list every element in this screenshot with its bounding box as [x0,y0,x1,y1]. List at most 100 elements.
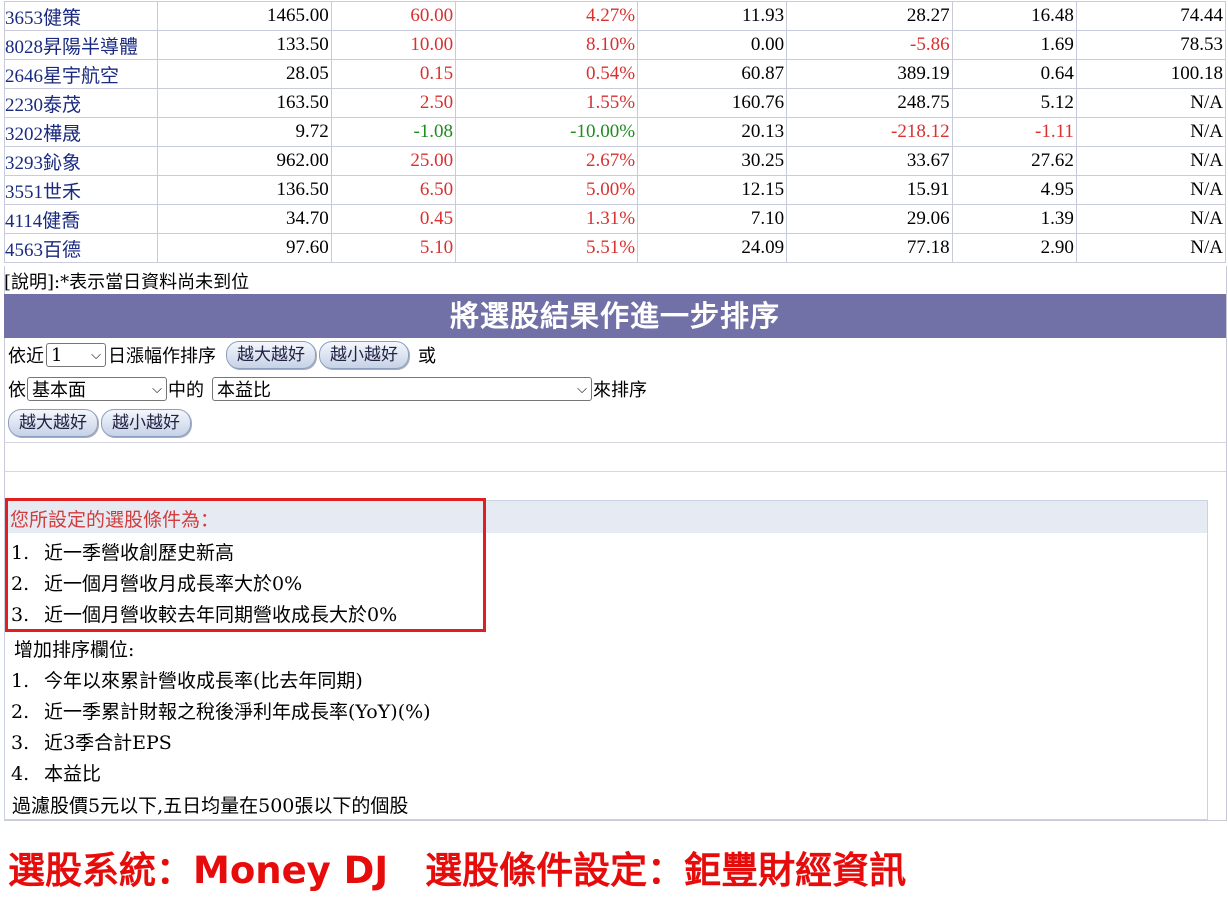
table-cell: 5.10 [330,233,457,263]
table-cell: 11.93 [637,1,788,31]
field-larger-better-button[interactable]: 越大越好 [8,409,98,437]
table-cell: 16.48 [951,1,1077,31]
table-cell: 389.19 [786,59,953,89]
stock-name-link[interactable]: 3202樺晟 [4,117,158,147]
table-cell: 1.39 [951,204,1077,234]
list-number: 2. [11,701,30,723]
field-smaller-better-button[interactable]: 越小越好 [101,409,191,437]
footer-credit: 選股系統：Money DJ 選股條件設定：鉅豐財經資訊 [8,849,907,892]
table-row: 3551世禾 136.50 6.50 5.00% 12.15 15.91 4.95 N/A [4,175,1227,205]
list-number: 4. [11,763,30,785]
table-row: 4563百德 97.60 5.10 5.51% 24.09 77.18 2.90 N/A [4,233,1227,263]
table-cell: 2.50 [330,88,457,118]
table-cell: 30.25 [637,146,788,176]
sort-days-suffix: 日漲幅作排序 [108,346,216,367]
table-cell: 133.50 [157,30,332,60]
list-number: 1. [11,670,30,692]
table-cell: 10.00 [330,30,457,60]
days-select[interactable]: 1 ⌵ [46,343,106,367]
table-cell: 0.54% [455,59,639,89]
table-cell: -1.11 [951,117,1077,147]
table-cell: 1.69 [951,30,1077,60]
table-row: 3202樺晟 9.72 -1.08 -10.00% 20.13 -218.12 -1.11 N… [4,117,1227,147]
table-cell: 136.50 [157,175,332,205]
table-cell: 9.72 [157,117,332,147]
stock-name-link[interactable]: 3551世禾 [4,175,158,205]
table-cell: -1.08 [330,117,457,147]
table-cell: 5.12 [951,88,1077,118]
stock-name-link[interactable]: 2230泰茂 [4,88,158,118]
sort-by-field-row: 依 基本面 ⌵ 中的 本益比 ⌵ 來排序 [8,375,647,403]
stock-name-link[interactable]: 3293鈊象 [4,146,158,176]
table-cell: 6.50 [330,175,457,205]
table-cell: 74.44 [1075,1,1227,31]
table-row: 3293鈊象 962.00 25.00 2.67% 30.25 33.67 27.62 N/A [4,146,1227,176]
sort-by-gain-row: 依近 1 ⌵ 日漲幅作排序 越大越好 越小越好 或 [8,341,436,369]
table-cell: 28.27 [786,1,953,31]
stock-results-table: 3653健策 1465.00 60.00 4.27% 11.93 28.27 16.48 74… [4,1,1227,263]
table-cell: 77.18 [786,233,953,263]
table-cell: N/A [1075,204,1227,234]
gain-smaller-better-button[interactable]: 越小越好 [319,341,409,369]
table-row: 2646星宇航空 28.05 0.15 0.54% 60.87 389.19 0.64 100… [4,59,1227,89]
table-cell: N/A [1075,233,1227,263]
table-cell: 962.00 [157,146,332,176]
stock-name-link[interactable]: 8028昇陽半導體 [4,30,158,60]
table-cell: 160.76 [637,88,788,118]
table-row: 8028昇陽半導體 133.50 10.00 8.10% 0.00 -5.86 1.69 78… [4,30,1227,60]
highlight-box [5,498,486,632]
field-select[interactable]: 本益比 ⌵ [212,377,592,401]
stock-name-link[interactable]: 4114健喬 [4,204,158,234]
stock-name-link[interactable]: 2646星宇航空 [4,59,158,89]
extra-field-item: 2. 近一季累計財報之稅後淨利年成長率(YoY)(%) [11,697,431,724]
table-cell: 27.62 [951,146,1077,176]
table-cell: N/A [1075,88,1227,118]
table-cell: 4.95 [951,175,1077,205]
table-cell: 100.18 [1075,59,1227,89]
table-cell: 5.51% [455,233,639,263]
extra-field-text: 本益比 [44,763,102,785]
extra-field-item: 3. 近3季合計EPS [11,728,172,755]
table-cell: 20.13 [637,117,788,147]
table-cell: 60.87 [637,59,788,89]
table-cell: 5.00% [455,175,639,205]
extra-field-item: 1. 今年以來累計營收成長率(比去年同期) [11,666,363,693]
table-cell: N/A [1075,146,1227,176]
table-cell: 1.55% [455,88,639,118]
extra-field-item: 4. 本益比 [11,759,101,786]
or-text: 或 [418,346,436,367]
table-cell: 4.27% [455,1,639,31]
list-number: 3. [11,732,30,754]
divider [4,442,1226,443]
days-select-value: 1 [51,344,63,366]
stock-name-link[interactable]: 4563百德 [4,233,158,263]
sort-field-suffix: 來排序 [593,380,647,401]
table-cell: 78.53 [1075,30,1227,60]
table-cell: 163.50 [157,88,332,118]
chevron-down-icon: ⌵ [91,347,101,363]
extra-field-text: 近3季合計EPS [44,732,172,754]
table-cell: 248.75 [786,88,953,118]
table-cell: 7.10 [637,204,788,234]
sort-field-buttons-row: 越大越好 越小越好 [8,409,194,437]
table-cell: 1.31% [455,204,639,234]
table-row: 2230泰茂 163.50 2.50 1.55% 160.76 248.75 5.12 N/A [4,88,1227,118]
table-cell: 2.67% [455,146,639,176]
extra-fields-title: 增加排序欄位: [14,639,135,661]
table-cell: 12.15 [637,175,788,205]
chevron-down-icon: ⌵ [152,381,162,397]
table-cell: -10.00% [455,117,639,147]
category-select-value: 基本面 [32,380,86,401]
table-cell: -218.12 [786,117,953,147]
table-cell: 60.00 [330,1,457,31]
divider [4,471,1226,472]
table-cell: 34.70 [157,204,332,234]
gain-larger-better-button[interactable]: 越大越好 [226,341,316,369]
extra-field-text: 今年以來累計營收成長率(比去年同期) [44,670,363,692]
table-cell: 29.06 [786,204,953,234]
table-cell: 33.67 [786,146,953,176]
filter-note: 過濾股價5元以下,五日均量在500張以下的個股 [12,795,409,817]
category-select[interactable]: 基本面 ⌵ [27,377,167,401]
stock-name-link[interactable]: 3653健策 [4,1,158,31]
table-cell: 0.45 [330,204,457,234]
